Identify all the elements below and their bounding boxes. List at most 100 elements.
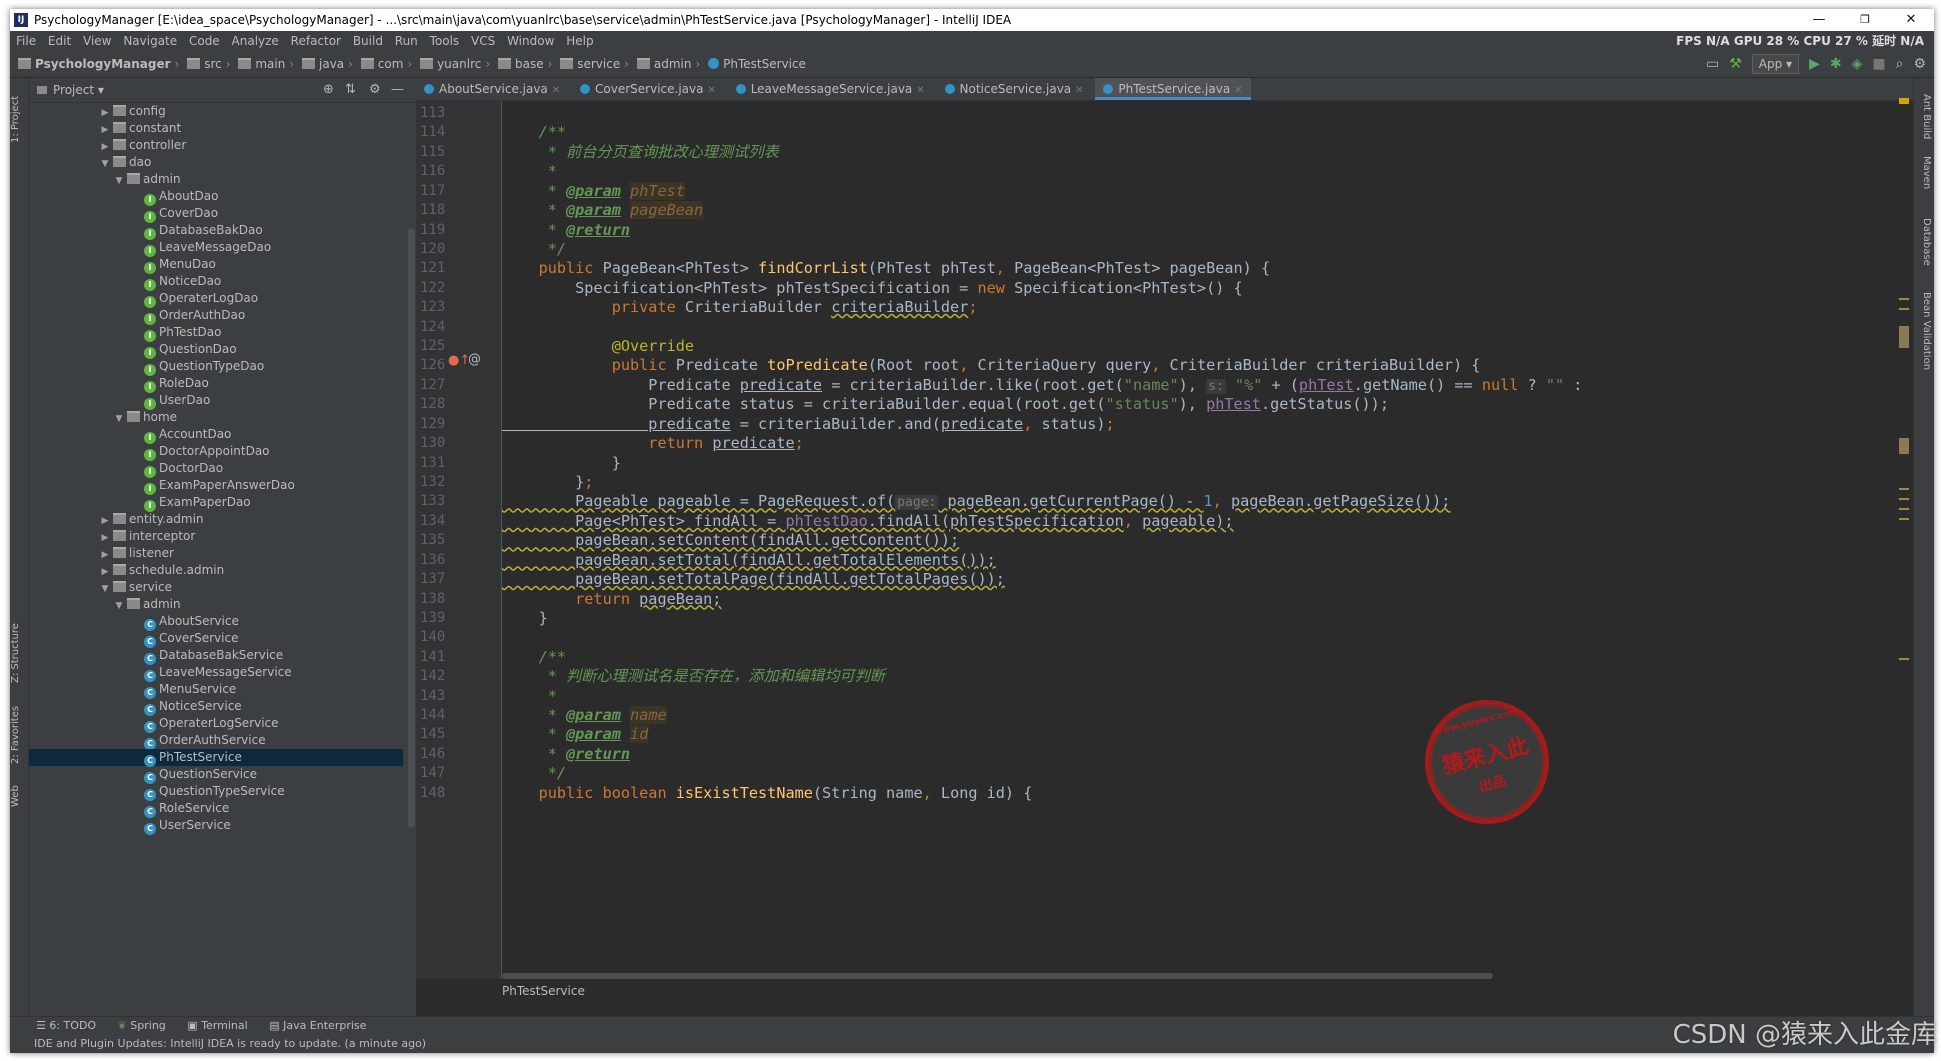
minimize-button[interactable]: — [1796, 9, 1842, 31]
code-line[interactable]: * 判断心理测试名是否存在，添加和编辑均可判断 [502, 667, 885, 686]
menu-build[interactable]: Build [349, 31, 387, 51]
code-line[interactable]: pageBean.setContent(findAll.getContent()… [502, 531, 959, 550]
stop-icon[interactable]: ■ [1872, 51, 1885, 77]
project-scrollbar[interactable] [408, 228, 415, 828]
breadcrumb-java[interactable]: java [299, 51, 347, 77]
status-message[interactable]: IDE and Plugin Updates: IntelliJ IDEA is… [34, 1037, 426, 1050]
code-line[interactable]: return pageBean; [502, 590, 721, 609]
tree-item[interactable]: C RoleService [29, 800, 403, 818]
tree-item[interactable]: I QuestionTypeDao [29, 358, 403, 376]
breadcrumb-phtestservice[interactable]: PhTestService [705, 51, 809, 77]
close-tab-icon[interactable]: ✕ [552, 85, 560, 96]
debug-icon[interactable]: ✱ [1830, 51, 1842, 77]
tree-item[interactable]: I OrderAuthDao [29, 307, 403, 325]
close-tab-icon[interactable]: ✕ [916, 85, 924, 96]
tab-phtest-service[interactable]: PhTestService.java ✕ [1095, 78, 1251, 100]
tree-item[interactable]: I PhTestDao [29, 324, 403, 342]
code-line[interactable]: } [502, 609, 548, 628]
restore-button[interactable]: ❐ [1842, 9, 1888, 31]
tree-item[interactable]: I CoverDao [29, 205, 403, 223]
override-marker-icon[interactable]: ●↑ [448, 353, 470, 368]
tree-item[interactable]: I RoleDao [29, 375, 403, 393]
code-line[interactable]: predicate = criteriaBuilder.and(predicat… [502, 415, 1114, 434]
code-line[interactable]: * 前台分页查询批改心理测试列表 [502, 143, 779, 162]
tree-item[interactable]: ▼ dao [29, 154, 403, 171]
code-line[interactable]: Predicate status = criteriaBuilder.equal… [502, 395, 1389, 414]
tree-item[interactable]: C UserService [29, 817, 403, 835]
tree-item[interactable]: I AccountDao [29, 426, 403, 444]
run-config-select[interactable]: App ▾ [1751, 54, 1800, 74]
tree-item[interactable]: ▶ schedule.admin [29, 562, 403, 579]
gear-icon[interactable]: ⚙ [369, 78, 381, 102]
code-line[interactable]: private CriteriaBuilder criteriaBuilder; [502, 298, 978, 317]
tab-about-service[interactable]: AboutService.java ✕ [416, 78, 568, 100]
tree-item[interactable]: I ExamPaperAnswerDao [29, 477, 403, 495]
tool-tab-maven[interactable]: Maven [1916, 156, 1932, 189]
menu-window[interactable]: Window [503, 31, 558, 51]
menu-navigate[interactable]: Navigate [119, 31, 181, 51]
tool-tab-ant-build[interactable]: Ant Build [1916, 94, 1932, 139]
breadcrumb-service[interactable]: service [557, 51, 623, 77]
project-view-select[interactable]: Project ▾ [37, 78, 104, 102]
tool-tab-terminal[interactable]: ▣ Terminal [179, 1017, 257, 1035]
tree-item[interactable]: C QuestionTypeService [29, 783, 403, 801]
tree-item[interactable]: I MenuDao [29, 256, 403, 274]
tree-item[interactable]: C DatabaseBakService [29, 647, 403, 665]
tree-item[interactable]: ▼ service [29, 579, 403, 596]
code-line[interactable]: Pageable pageable = PageRequest.of(page:… [502, 492, 1450, 511]
tree-item[interactable]: I DoctorAppointDao [29, 443, 403, 461]
breadcrumb-src[interactable]: src [184, 51, 225, 77]
code-line[interactable]: @Override [502, 337, 694, 356]
breadcrumb-base[interactable]: base [495, 51, 547, 77]
code-line[interactable]: public Predicate toPredicate(Root root, … [502, 356, 1481, 375]
code-line[interactable]: */ [502, 764, 566, 783]
close-tab-icon[interactable]: ✕ [707, 85, 715, 96]
code-line[interactable]: * @param name [502, 706, 667, 725]
tree-item[interactable]: ▶ config [29, 103, 403, 120]
tree-item[interactable]: ▶ constant [29, 120, 403, 137]
tree-item[interactable]: C MenuService [29, 681, 403, 699]
tool-tab-project[interactable]: 1: Project [10, 84, 28, 154]
breadcrumb-com[interactable]: com [358, 51, 407, 77]
menu-help[interactable]: Help [562, 31, 597, 51]
close-tab-icon[interactable]: ✕ [1234, 85, 1242, 96]
menu-tools[interactable]: Tools [426, 31, 464, 51]
tool-tab-bean-validation[interactable]: Bean Validation [1916, 292, 1932, 370]
code-line[interactable]: } [502, 454, 621, 473]
locate-icon[interactable]: ⊕ [323, 78, 334, 102]
tree-item[interactable]: C LeaveMessageService [29, 664, 403, 682]
tree-item[interactable]: C OrderAuthService [29, 732, 403, 750]
tool-tab-web[interactable]: Web [10, 778, 28, 814]
annotation-marker-icon[interactable]: @ [468, 352, 481, 367]
tree-item[interactable]: ▶ interceptor [29, 528, 403, 545]
tree-item[interactable]: C QuestionService [29, 766, 403, 784]
breadcrumb-yuanlrc[interactable]: yuanlrc [417, 51, 484, 77]
tree-item[interactable]: I ExamPaperDao [29, 494, 403, 512]
tree-item[interactable]: ▶ entity.admin [29, 511, 403, 528]
code-line[interactable]: * @param id [502, 725, 649, 744]
code-line[interactable]: /** [502, 648, 566, 667]
tree-item[interactable]: I DoctorDao [29, 460, 403, 478]
tab-cover-service[interactable]: CoverService.java ✕ [572, 78, 724, 100]
code-line[interactable]: return predicate; [502, 434, 803, 453]
menu-code[interactable]: Code [185, 31, 224, 51]
tree-item[interactable]: C OperaterLogService [29, 715, 403, 733]
breadcrumb-main[interactable]: main [235, 51, 288, 77]
menu-run[interactable]: Run [391, 31, 422, 51]
tree-item[interactable]: ▶ listener [29, 545, 403, 562]
code-area[interactable]: /** * 前台分页查询批改心理测试列表 * * @param phTest *… [502, 101, 1873, 979]
tool-tab-structure[interactable]: Z: Structure [10, 618, 28, 688]
line-number-gutter[interactable]: ●↑ @ 113 114 115 116 117 118 119 120 121 122 123 12… [416, 101, 502, 979]
code-line[interactable]: /** [502, 123, 566, 142]
tree-item[interactable]: I QuestionDao [29, 341, 403, 359]
breadcrumb-project[interactable]: PsychologyManager [10, 51, 174, 77]
tree-item[interactable]: I DatabaseBakDao [29, 222, 403, 240]
code-line[interactable]: * @param phTest [502, 181, 685, 201]
tree-item[interactable]: C CoverService [29, 630, 403, 648]
code-line[interactable]: public PageBean<PhTest> findCorrList(PhT… [502, 259, 1271, 278]
code-line[interactable]: * @param pageBean [502, 201, 704, 220]
code-line[interactable]: * [502, 162, 557, 181]
search-icon[interactable]: ⌕ [1896, 51, 1904, 77]
tree-item[interactable]: ▼ home [29, 409, 403, 426]
tool-tab-database[interactable]: Database [1916, 218, 1932, 266]
